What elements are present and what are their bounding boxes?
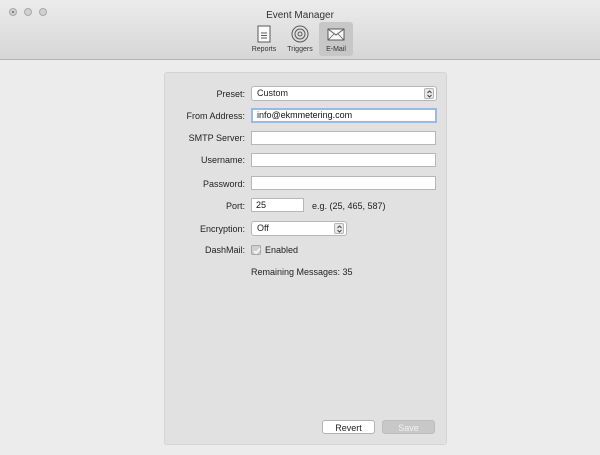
- preset-label: Preset:: [216, 89, 245, 99]
- port-label: Port:: [225, 201, 245, 211]
- dashmail-enabled-checkbox[interactable]: [251, 245, 261, 255]
- port-field[interactable]: 25: [251, 198, 304, 212]
- content-area: Preset: Custom From Address: info@ekmmet…: [0, 60, 600, 455]
- smtp-server-label: SMTP Server:: [188, 133, 245, 143]
- envelope-icon: [327, 28, 345, 41]
- encryption-select[interactable]: Off: [251, 221, 347, 236]
- event-manager-window: Event Manager Reports Triggers E-Mail Pr…: [0, 0, 600, 455]
- toolbar: Reports Triggers E-Mail: [0, 22, 600, 56]
- toolbar-reports-button[interactable]: Reports: [247, 22, 281, 56]
- password-label: Password:: [202, 179, 245, 189]
- preset-select[interactable]: Custom: [251, 86, 437, 101]
- title-bar: Event Manager Reports Triggers E-Mail: [0, 0, 600, 60]
- toolbar-email-button[interactable]: E-Mail: [319, 22, 353, 56]
- email-settings-panel: Preset: Custom From Address: info@ekmmet…: [164, 72, 447, 445]
- toolbar-triggers-button[interactable]: Triggers: [283, 22, 317, 56]
- revert-button[interactable]: Revert: [322, 420, 375, 434]
- port-hint: e.g. (25, 465, 587): [312, 201, 386, 211]
- dashmail-label: DashMail:: [204, 245, 245, 255]
- toolbar-email-label: E-Mail: [326, 46, 346, 53]
- smtp-server-field[interactable]: [251, 131, 436, 145]
- checkmark-icon: [253, 248, 261, 255]
- from-address-field[interactable]: info@ekmmetering.com: [251, 108, 437, 123]
- encryption-value: Off: [257, 223, 269, 233]
- updown-arrows-icon: [334, 223, 344, 234]
- updown-arrows-icon: [424, 88, 434, 99]
- toolbar-triggers-label: Triggers: [287, 46, 313, 53]
- document-icon: [257, 25, 271, 43]
- toolbar-reports-label: Reports: [251, 46, 277, 53]
- username-field[interactable]: [251, 153, 436, 167]
- target-icon: [291, 25, 309, 43]
- password-field[interactable]: [251, 176, 436, 190]
- username-label: Username:: [200, 155, 245, 165]
- preset-value: Custom: [257, 88, 289, 98]
- encryption-label: Encryption:: [199, 224, 245, 234]
- dashmail-enabled-label[interactable]: Enabled: [265, 245, 298, 255]
- save-button[interactable]: Save: [382, 420, 435, 434]
- remaining-messages-text: Remaining Messages: 35: [251, 267, 353, 277]
- from-address-label: From Address:: [186, 111, 245, 121]
- window-title: Event Manager: [266, 10, 334, 21]
